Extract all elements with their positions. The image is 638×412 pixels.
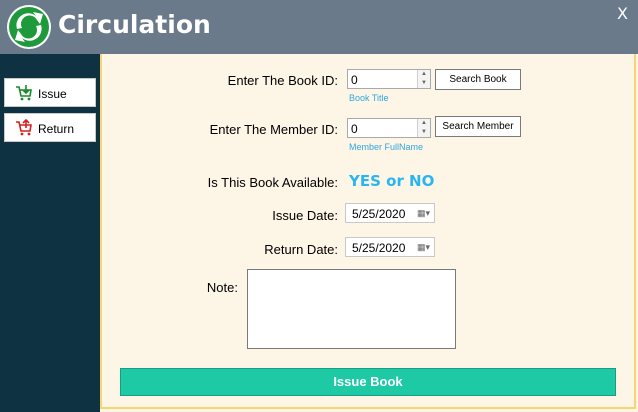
- title-bar: Circulation X: [0, 0, 638, 54]
- note-textarea[interactable]: [247, 269, 456, 349]
- book-id-label: Enter The Book ID:: [227, 73, 338, 88]
- sidebar-item-label: Return: [38, 122, 75, 136]
- sidebar-item-return[interactable]: Return: [4, 113, 96, 142]
- member-id-label: Enter The Member ID:: [209, 122, 338, 137]
- spin-buttons[interactable]: ▲ ▼: [417, 70, 430, 88]
- search-member-button[interactable]: Search Member: [435, 116, 521, 137]
- sidebar-item-label: Issue: [38, 87, 67, 101]
- window-title: Circulation: [58, 10, 211, 39]
- availability-label: Is This Book Available:: [207, 175, 338, 190]
- issue-book-button[interactable]: Issue Book: [120, 368, 616, 396]
- circulation-form: Enter The Book ID: 0 ▲ ▼ Book Title Sear…: [100, 54, 636, 409]
- spin-down-icon[interactable]: ▼: [418, 79, 430, 88]
- cart-remove-icon: [16, 119, 32, 136]
- issue-date-label: Issue Date:: [272, 208, 338, 223]
- close-icon[interactable]: X: [617, 4, 628, 23]
- book-title-hint: Book Title: [349, 93, 389, 103]
- issue-date-picker[interactable]: 5/25/2020 ▦▾: [345, 203, 435, 223]
- spin-down-icon[interactable]: ▼: [418, 128, 430, 137]
- book-id-stepper[interactable]: 0 ▲ ▼: [347, 69, 431, 89]
- sidebar: Issue Return: [0, 54, 100, 412]
- recycle-logo-icon: [7, 5, 51, 49]
- spin-up-icon[interactable]: ▲: [418, 70, 430, 79]
- return-date-picker[interactable]: 5/25/2020 ▦▾: [345, 237, 435, 257]
- cart-add-icon: [16, 85, 32, 101]
- member-id-stepper[interactable]: 0 ▲ ▼: [347, 118, 431, 138]
- sidebar-item-issue[interactable]: Issue: [4, 78, 96, 107]
- spin-buttons[interactable]: ▲ ▼: [417, 119, 430, 137]
- availability-value: YES or NO: [349, 172, 435, 190]
- member-fullname-hint: Member FullName: [349, 142, 424, 152]
- calendar-dropdown-icon[interactable]: ▦▾: [417, 242, 430, 253]
- calendar-dropdown-icon[interactable]: ▦▾: [417, 208, 430, 219]
- return-date-label: Return Date:: [264, 242, 338, 257]
- search-book-button[interactable]: Search Book: [435, 69, 521, 90]
- spin-up-icon[interactable]: ▲: [418, 119, 430, 128]
- note-label: Note:: [206, 280, 238, 295]
